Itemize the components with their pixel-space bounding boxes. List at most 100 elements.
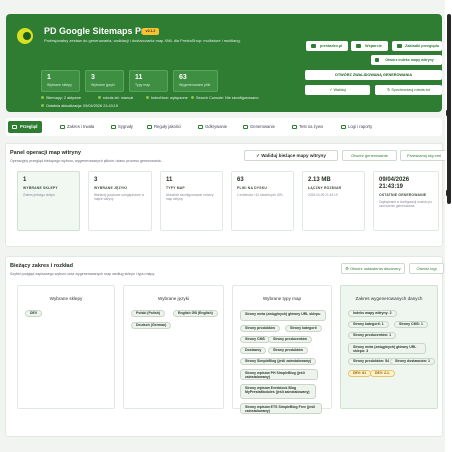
tab-scope[interactable]: Zakres i trwała <box>58 121 94 133</box>
module-title: PD Google Sitemaps Pro <box>44 26 151 36</box>
validate-current-sitemaps-button[interactable]: ✓ Waliduj bieżące mapy witryny <box>244 150 338 161</box>
tab-generation-label: Generowanie <box>250 124 275 129</box>
stat-languages: 3 Wybrane języki <box>85 70 124 92</box>
card-shops-value: 1 <box>23 177 27 183</box>
preview-button[interactable]: Przeskanuj sky.xml <box>400 150 445 161</box>
stat-files: 63 Wygenerowane pliki <box>173 70 218 92</box>
card-total-size-label: ŁĄCZNY ROZMIAR <box>308 186 342 190</box>
language-tag: Polski (Polish) <box>131 310 166 317</box>
prestadev-link-label: prestadev.pl <box>320 44 343 48</box>
open-discovery-label: Otwórz ustawienia discovery <box>350 266 401 271</box>
card-shops: 1 WYBRANE SKLEPY Zakres jednego sklepu <box>17 171 80 231</box>
selected-languages-card: Wybrane języki Polski (Polish) English G… <box>123 285 224 409</box>
scrollbar-thumb[interactable] <box>447 14 451 204</box>
open-logs-label: Otwórz logi <box>416 266 437 271</box>
tab-quality-rules[interactable]: Reguły jakości <box>145 121 181 133</box>
test-icon <box>292 125 297 129</box>
version-badge: v2.1.2 <box>142 28 159 35</box>
card-files-label: PLIKI NA DYSKU <box>237 186 267 190</box>
open-sitemap-index-button[interactable]: Otwórz indeks mapy witryny <box>371 55 442 65</box>
open-index-icon <box>375 58 379 62</box>
meta-robots: robots.txt: manual <box>98 96 133 100</box>
selected-shops-title: Wybrane sklepy <box>49 296 83 301</box>
meta-indexnow: IndexNow: wyłączone <box>146 96 188 100</box>
card-files-value: 63 <box>237 177 244 183</box>
card-languages-value: 3 <box>94 177 98 183</box>
meta-indexnow-text: IndexNow: wyłączone <box>151 96 188 100</box>
main-tabs: Przegląd Zakres i trwała Sygnały Reguły … <box>6 118 442 136</box>
generated-tag: Strony meta (zwiąglnych) główny URL skle… <box>348 343 426 354</box>
tab-overview-label: Przegląd <box>20 124 38 129</box>
rules-icon <box>147 125 152 129</box>
generated-data-title: Zakres wygenerowanych danych <box>355 296 423 301</box>
selected-languages-title: Wybrane języki <box>157 296 190 301</box>
stat-shops: 1 Wybrane sklepy <box>41 70 80 92</box>
mail-icon <box>356 44 361 48</box>
range-icon <box>60 125 65 129</box>
prestadev-link[interactable]: prestadev.pl <box>306 41 349 51</box>
validate-button[interactable]: ✓ Waliduj <box>305 85 370 95</box>
gear-icon <box>243 125 248 129</box>
report-icon <box>341 125 346 129</box>
stat-map-types-value: 11 <box>135 74 143 81</box>
module-logo-icon <box>17 28 33 44</box>
language-tag: English GB (English) <box>173 310 218 317</box>
stat-languages-label: Wybrane języki <box>91 83 115 87</box>
generated-tag: Strony kategorii: 1 <box>348 321 389 328</box>
module-page: PD Google Sitemaps Pro v2.1.2 Profesjona… <box>0 0 445 452</box>
card-map-types-hint: Aktualnie skonfigurowane rodziny map wit… <box>166 193 214 202</box>
selected-map-types-card: Wybrane typy map Strony meta (zwiąglnych… <box>232 285 332 414</box>
meta-sitemaps: Sitemapy: 2 aktywne <box>41 96 81 100</box>
map-type-tag: Dostawcy <box>240 347 267 354</box>
map-type-tag: Strony producentów <box>268 336 313 343</box>
map-type-tag: Strony wpisów PH SimpleBlog (jeśli zains… <box>240 369 318 380</box>
tab-discovery[interactable]: Odkrywanie <box>196 121 227 133</box>
map-type-tag: Strony CMS <box>240 336 270 343</box>
map-type-tag: Strony meta (zwiąglnych) główny URL skle… <box>240 310 326 321</box>
open-generation-link-button[interactable]: Otwórz generowanie <box>342 150 397 161</box>
generated-tag: Strony CMS: 1 <box>394 321 428 328</box>
validate-current-label: Waliduj bieżące mapy witryny <box>261 153 326 158</box>
signal-icon <box>111 125 116 129</box>
map-type-tag: Strony produktów <box>240 325 280 332</box>
card-shops-label: WYBRANE SKLEPY <box>23 186 58 190</box>
scrollbar-marker <box>446 190 451 196</box>
tab-signals[interactable]: Sygnały <box>109 121 133 133</box>
tab-discovery-label: Odkrywanie <box>205 124 228 129</box>
globe-icon <box>311 44 316 48</box>
status-dot-icon <box>98 96 101 99</box>
open-logs-button[interactable]: Otwórz logi <box>409 263 444 274</box>
map-type-tag: Strony wpisów Everblock Blog MyPrestaMod… <box>240 384 316 399</box>
generated-shop-version-tag: DEV: 2.1. <box>370 370 395 377</box>
sync-robots-button[interactable]: ↻ Synchronizuj robots.txt <box>375 85 442 95</box>
module-description: Profesjonalny zestaw do generowania, wal… <box>44 38 241 43</box>
card-shops-hint: Zakres jednego sklepu <box>23 193 56 197</box>
status-dot-icon <box>191 96 194 99</box>
meta-last-update: Ostatnia aktualizacja: 09/04/2026 21:43:… <box>41 104 118 108</box>
open-discovery-settings-button[interactable]: ⚙ Otwórz ustawienia discovery <box>341 263 405 274</box>
operations-title: Panel operacji map witryny <box>10 150 81 156</box>
meta-sitemaps-text: Sitemapy: 2 aktywne <box>46 96 82 100</box>
tab-live-test[interactable]: Test na żywo <box>290 121 323 133</box>
open-sitemap-index-label: Otwórz indeks mapy witryny <box>385 58 434 62</box>
validate-label: Waliduj <box>333 88 346 92</box>
meta-search-console: Search Console: Nie skonfigurowano <box>191 96 258 100</box>
card-last-generation-label: OSTATNIE GENEROWANIE <box>379 193 427 197</box>
open-generation-link-label: Otwórz generowanie <box>351 153 388 158</box>
tab-overview[interactable]: Przegląd <box>8 121 43 133</box>
card-total-size: 2.13 MB ŁĄCZNY ROZMIAR 2026-04-09 21:43:19 <box>302 171 365 231</box>
unused3 <box>371 41 372 51</box>
open-generation-button[interactable]: OTWÓRZ ZWALIDOWANĄ GENEROWANIA <box>305 70 442 80</box>
map-type-tag: Strony kategorii <box>285 325 322 332</box>
window-scrollbar[interactable] <box>445 0 452 452</box>
tab-logs[interactable]: Logi i raporty <box>339 121 372 133</box>
language-tag: Deutsch (German) <box>131 322 172 329</box>
tab-generation[interactable]: Generowanie <box>241 121 275 133</box>
preview-label: Przeskanuj sky.xml <box>407 153 441 158</box>
status-dot-icon <box>146 96 149 99</box>
stat-shops-label: Wybrane sklepy <box>47 83 72 87</box>
scope-title: Bieżący zakres i rozkład <box>10 263 73 269</box>
status-dot-icon <box>41 96 44 99</box>
generated-data-card: Zakres wygenerowanych danych Indeks mapy… <box>340 285 438 409</box>
card-languages-hint: Warianty językowe uwzględnione w mapie w… <box>94 193 145 202</box>
